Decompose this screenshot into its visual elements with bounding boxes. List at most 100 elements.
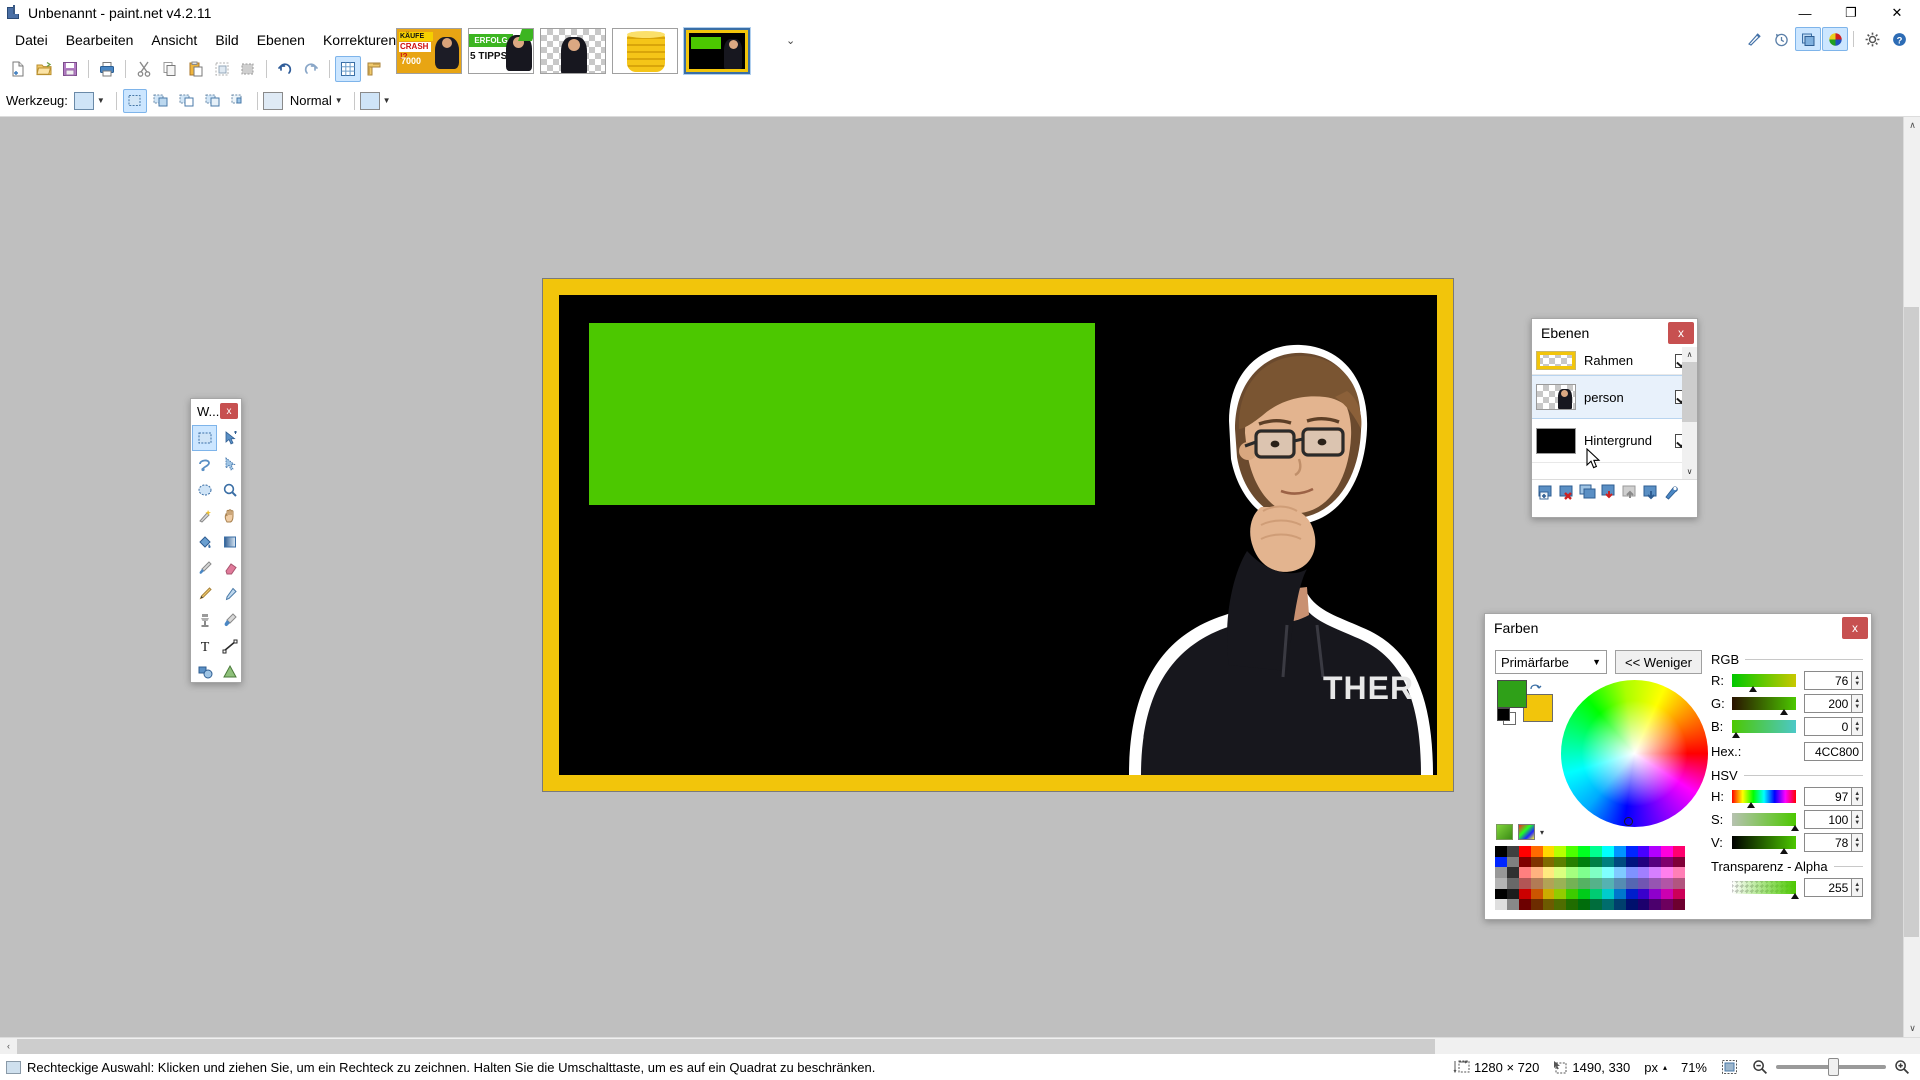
hue-channel[interactable]: H: 97 ▲ ▼ xyxy=(1711,787,1863,808)
redo-icon[interactable] xyxy=(298,56,324,82)
menu-bild[interactable]: Bild xyxy=(206,28,247,52)
primary-color-swatch[interactable] xyxy=(1497,680,1527,708)
palette-recent-icon[interactable] xyxy=(1496,824,1513,840)
green-channel-slider[interactable] xyxy=(1732,697,1796,715)
hex-value[interactable]: 4CC800 xyxy=(1803,742,1863,761)
vertical-scrollbar-thumb[interactable] xyxy=(1904,307,1919,937)
selection-mode-xor[interactable] xyxy=(201,89,225,113)
tool-lasso-select[interactable] xyxy=(192,451,217,477)
settings-gear-icon[interactable] xyxy=(1859,27,1885,51)
scroll-up-icon[interactable]: ∧ xyxy=(1682,347,1697,362)
unit-chevron-icon[interactable]: ▴ xyxy=(1663,1063,1667,1072)
tools-window-titlebar[interactable]: W... x xyxy=(191,399,241,423)
print-icon[interactable] xyxy=(94,56,120,82)
grid-icon[interactable] xyxy=(335,56,361,82)
thumbnail-strip-chevron-icon[interactable]: ⌄ xyxy=(786,34,795,47)
tool-ellipse-select[interactable] xyxy=(192,477,217,503)
palette-default-icon[interactable] xyxy=(1518,824,1535,840)
undo-icon[interactable] xyxy=(272,56,298,82)
move-layer-down-button[interactable] xyxy=(1642,483,1660,501)
blue-channel-slider[interactable] xyxy=(1732,720,1796,738)
selection-mode-intersect[interactable] xyxy=(227,89,251,113)
selection-mode-replace[interactable] xyxy=(122,88,147,113)
zoom-slider-knob[interactable] xyxy=(1828,1058,1839,1076)
alpha-channel-spinner[interactable]: ▲ ▼ xyxy=(1852,878,1863,897)
menu-datei[interactable]: Datei xyxy=(6,28,57,52)
table-row[interactable]: person xyxy=(1532,375,1697,419)
selection-fill-swatch[interactable] xyxy=(359,91,380,110)
cut-icon[interactable] xyxy=(131,56,157,82)
rectangle-select-tool-swatch[interactable] xyxy=(73,91,94,110)
tool-rectangle-select[interactable] xyxy=(192,425,217,451)
selection-mode-union[interactable] xyxy=(149,89,173,113)
tools-window-icon[interactable] xyxy=(1741,27,1767,51)
reset-black-swatch[interactable] xyxy=(1497,708,1510,721)
colors-window-icon[interactable] xyxy=(1822,27,1848,51)
menu-korrekturen[interactable]: Korrekturen xyxy=(314,28,405,52)
saturation-channel[interactable]: S: 100 ▲ ▼ xyxy=(1711,810,1863,831)
scroll-up-icon[interactable]: ∧ xyxy=(1904,117,1920,134)
green-channel-value[interactable]: 200 xyxy=(1803,694,1853,713)
copy-icon[interactable] xyxy=(157,56,183,82)
layer-list-scrollbar[interactable]: ∧ ∨ xyxy=(1682,347,1697,479)
tool-shapes-extra[interactable] xyxy=(217,659,242,685)
color-wheel[interactable] xyxy=(1561,680,1708,827)
new-icon[interactable] xyxy=(5,56,31,82)
tool-gradient[interactable] xyxy=(217,529,242,555)
tool-text[interactable]: T xyxy=(192,633,217,659)
saturation-channel-slider[interactable] xyxy=(1732,813,1800,831)
layers-window[interactable]: Ebenen x Rahmen person Hintergrund ∧ ∨ xyxy=(1531,318,1698,518)
tool-clone-stamp[interactable] xyxy=(192,607,217,633)
image-thumb-coins[interactable] xyxy=(612,28,678,74)
value-channel-spinner[interactable]: ▲ ▼ xyxy=(1852,833,1863,852)
tools-window-close-button[interactable]: x xyxy=(220,403,238,419)
tool-color-picker[interactable] xyxy=(217,581,242,607)
tool-pan[interactable] xyxy=(217,503,242,529)
hex-field-row[interactable]: Hex.: 4CC800 xyxy=(1711,742,1863,761)
red-channel-slider[interactable] xyxy=(1732,674,1796,692)
unit-label[interactable]: px xyxy=(1644,1060,1658,1075)
tool-paint-bucket[interactable] xyxy=(192,529,217,555)
add-new-layer-button[interactable] xyxy=(1537,483,1555,501)
value-channel-value[interactable]: 78 xyxy=(1803,833,1853,852)
tool-move-selection[interactable] xyxy=(217,451,242,477)
saturation-channel-spinner[interactable]: ▲ ▼ xyxy=(1852,810,1863,829)
scroll-left-icon[interactable]: ‹ xyxy=(0,1038,17,1055)
zoom-in-icon[interactable] xyxy=(1894,1059,1910,1075)
menu-ansicht[interactable]: Ansicht xyxy=(142,28,206,52)
selection-mode-exclude[interactable] xyxy=(175,89,199,113)
horizontal-scrollbar-thumb[interactable] xyxy=(17,1039,1435,1054)
green-channel-spinner[interactable]: ▲ ▼ xyxy=(1852,694,1863,713)
tool-recolor[interactable] xyxy=(217,607,242,633)
merge-layer-down-button[interactable] xyxy=(1600,483,1618,501)
image-thumb-erfolg-5-tipps[interactable]: ERFOLG 5 TIPPS xyxy=(468,28,534,74)
red-channel[interactable]: R: 76 ▲ ▼ xyxy=(1711,671,1863,692)
tool-pencil[interactable] xyxy=(192,581,217,607)
green-channel[interactable]: G: 200 ▲ ▼ xyxy=(1711,694,1863,715)
hue-channel-slider[interactable] xyxy=(1732,790,1796,808)
tool-move-selected-pixels[interactable] xyxy=(217,425,242,451)
fit-to-window-icon[interactable] xyxy=(1721,1059,1738,1075)
image-thumb-person-transparent[interactable] xyxy=(540,28,606,74)
palette-dropdown-chevron-icon[interactable]: ▾ xyxy=(1540,828,1544,837)
tool-dropdown-chevron-icon[interactable]: ▼ xyxy=(97,96,105,105)
menu-ebenen[interactable]: Ebenen xyxy=(248,28,314,52)
alpha-channel-value[interactable]: 255 xyxy=(1803,878,1853,897)
tool-zoom[interactable] xyxy=(217,477,242,503)
image-canvas[interactable]: THER xyxy=(543,279,1453,791)
selection-fill-chevron-icon[interactable]: ▼ xyxy=(383,96,391,105)
rulers-icon[interactable] xyxy=(361,56,387,82)
deselect-icon[interactable] xyxy=(235,56,261,82)
minimize-button[interactable]: — xyxy=(1782,0,1828,26)
crop-to-selection-icon[interactable] xyxy=(209,56,235,82)
swap-colors-icon[interactable] xyxy=(1529,680,1543,694)
layers-window-titlebar[interactable]: Ebenen x xyxy=(1532,319,1697,347)
save-icon[interactable] xyxy=(57,56,83,82)
value-channel-slider[interactable] xyxy=(1732,836,1796,854)
color-target-select[interactable]: Primärfarbe ▼ xyxy=(1495,650,1607,674)
blue-channel[interactable]: B: 0 ▲ ▼ xyxy=(1711,717,1863,738)
help-icon[interactable]: ? xyxy=(1886,27,1912,51)
colors-window-titlebar[interactable]: Farben x xyxy=(1485,614,1871,642)
paste-icon[interactable] xyxy=(183,56,209,82)
scroll-down-icon[interactable]: ∨ xyxy=(1904,1020,1920,1037)
